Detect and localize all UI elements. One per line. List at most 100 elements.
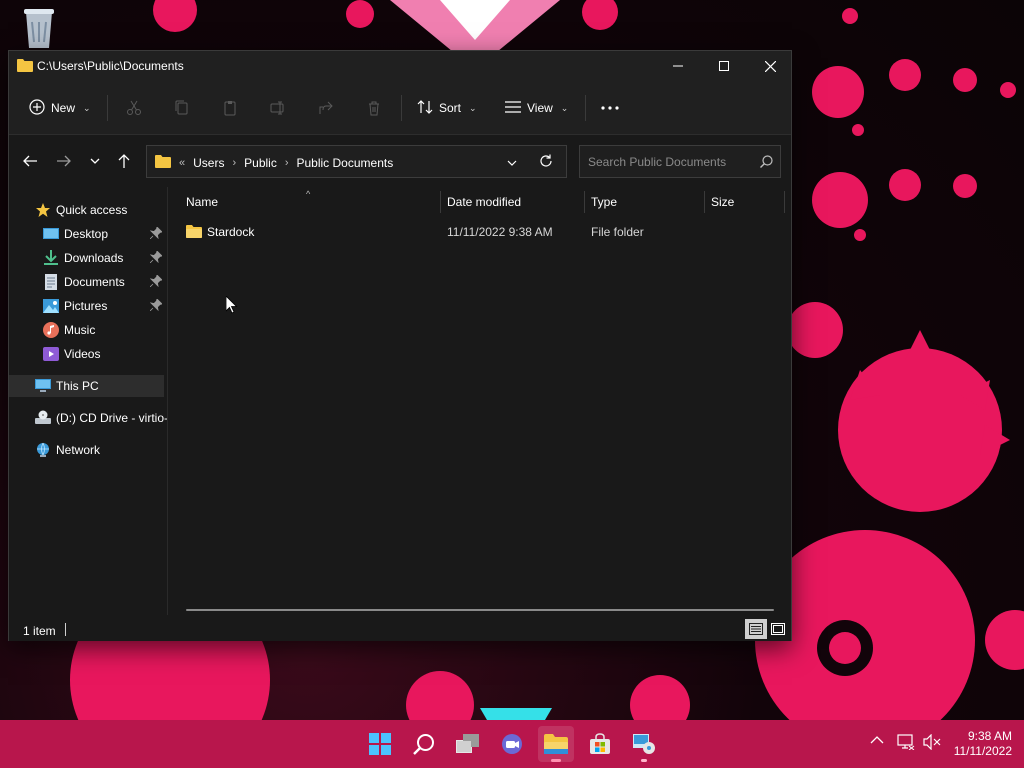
cut-icon[interactable]	[123, 97, 145, 119]
file-list: ^ Name Date modified Type Size Stardock …	[169, 187, 791, 615]
recycle-bin-icon[interactable]	[18, 4, 60, 50]
paste-icon[interactable]	[219, 97, 241, 119]
column-divider[interactable]	[440, 191, 441, 213]
breadcrumb-public[interactable]: Public	[244, 156, 277, 170]
running-indicator	[641, 759, 647, 762]
copy-icon[interactable]	[171, 97, 193, 119]
store-icon[interactable]	[582, 726, 618, 762]
sidebar-item-music[interactable]: Music	[9, 319, 164, 341]
mouse-cursor-icon	[225, 295, 238, 317]
sort-button[interactable]: Sort ⌄	[417, 95, 477, 121]
rename-icon[interactable]	[267, 97, 289, 119]
search-icon	[760, 155, 773, 171]
maximize-button[interactable]	[701, 51, 747, 81]
chevron-down-icon: ⌄	[83, 102, 91, 113]
file-explorer-window: C:\Users\Public\Documents New ⌄ Sort ⌄ V…	[8, 50, 792, 641]
start-icon[interactable]	[362, 726, 398, 762]
chevron-right-icon[interactable]: ›	[232, 157, 236, 169]
details-view-button[interactable]	[745, 619, 767, 639]
sidebar-item-downloads[interactable]: Downloads	[9, 247, 164, 269]
column-divider[interactable]	[584, 191, 585, 213]
sidebar-item-this-pc[interactable]: This PC	[9, 375, 164, 397]
pin-icon	[149, 298, 163, 314]
back-button[interactable]	[18, 149, 42, 173]
chevron-down-icon: ⌄	[560, 102, 569, 113]
cd-drive-icon	[35, 410, 51, 426]
clock[interactable]: 9:38 AM 11/11/2022	[946, 729, 1012, 759]
sidebar-item-desktop[interactable]: Desktop	[9, 223, 164, 245]
sidebar-item-videos[interactable]: Videos	[9, 343, 164, 365]
folder-icon	[17, 58, 33, 75]
sidebar-item-label: (D:) CD Drive - virtio-	[56, 411, 168, 425]
star-icon	[35, 202, 51, 218]
large-icons-view-button[interactable]	[767, 619, 789, 639]
breadcrumb-users[interactable]: Users	[193, 156, 224, 170]
column-divider[interactable]	[784, 191, 785, 213]
task-view-icon[interactable]	[450, 726, 486, 762]
breadcrumb-public-documents[interactable]: Public Documents	[297, 156, 394, 170]
new-button[interactable]: New ⌄	[29, 95, 91, 121]
refresh-icon[interactable]	[539, 154, 553, 171]
chevron-right-icon[interactable]: ›	[285, 157, 289, 169]
file-name: Stardock	[207, 225, 255, 239]
pictures-icon	[43, 298, 59, 314]
table-row[interactable]: Stardock 11/11/2022 9:38 AM File folder	[181, 221, 781, 243]
videos-icon	[43, 346, 59, 362]
view-button[interactable]: View ⌄	[505, 95, 568, 121]
clock-date: 11/11/2022	[953, 744, 1012, 758]
computer-icon	[35, 378, 51, 394]
volume-muted-icon[interactable]	[923, 733, 941, 753]
sidebar-item-documents[interactable]: Documents	[9, 271, 164, 293]
more-icon[interactable]	[599, 97, 621, 119]
sidebar-item-label: Pictures	[64, 299, 108, 313]
taskbar: 9:38 AM 11/11/2022	[0, 720, 1024, 768]
breadcrumb-overflow[interactable]: «	[179, 157, 185, 169]
show-hidden-icons-icon[interactable]	[870, 734, 884, 748]
command-bar: New ⌄ Sort ⌄ View ⌄	[9, 81, 791, 135]
sidebar-item-label: Documents	[64, 275, 125, 289]
sidebar-item-label: This PC	[56, 379, 99, 393]
file-explorer-icon[interactable]	[538, 726, 574, 762]
column-header-name[interactable]: Name	[186, 187, 218, 217]
address-history-dropdown-icon[interactable]	[507, 155, 517, 169]
app-installer-icon[interactable]	[626, 726, 662, 762]
file-type: File folder	[591, 225, 644, 239]
search-box[interactable]	[579, 145, 781, 178]
minimize-button[interactable]	[655, 51, 701, 81]
view-lines-icon	[505, 100, 521, 117]
recent-locations-button[interactable]	[83, 149, 107, 173]
network-status-icon[interactable]	[897, 734, 915, 753]
address-bar[interactable]: « Users › Public › Public Documents	[146, 145, 567, 178]
sort-label: Sort	[439, 101, 462, 115]
sidebar-item-network[interactable]: Network	[9, 439, 164, 461]
column-header-type[interactable]: Type	[591, 187, 617, 217]
search-input[interactable]	[580, 146, 755, 177]
plus-circle-icon	[29, 98, 45, 118]
chevron-down-icon: ⌄	[469, 102, 477, 113]
sidebar-item-label: Downloads	[64, 251, 124, 265]
sidebar-item-quick-access[interactable]: Quick access	[9, 199, 164, 221]
sidebar-item-pictures[interactable]: Pictures	[9, 295, 164, 317]
forward-button[interactable]	[52, 149, 76, 173]
title-bar[interactable]: C:\Users\Public\Documents	[9, 51, 791, 81]
up-button[interactable]	[112, 149, 136, 173]
column-header-date-modified[interactable]: Date modified	[447, 187, 521, 217]
share-icon[interactable]	[315, 97, 337, 119]
sidebar-item-label: Quick access	[56, 203, 128, 217]
sidebar-item-cd-drive[interactable]: (D:) CD Drive - virtio-	[9, 407, 168, 429]
sidebar-item-label: Videos	[64, 347, 101, 361]
status-divider	[65, 623, 66, 636]
pane-divider[interactable]	[167, 187, 168, 627]
chat-icon[interactable]	[494, 726, 530, 762]
horizontal-scrollbar[interactable]	[186, 609, 774, 611]
network-icon	[35, 442, 51, 458]
clock-time: 9:38 AM	[967, 729, 1012, 743]
delete-icon[interactable]	[363, 97, 385, 119]
sidebar-item-label: Network	[56, 443, 101, 457]
search-icon[interactable]	[406, 726, 442, 762]
downloads-icon	[43, 250, 59, 266]
sort-arrows-icon	[417, 99, 433, 118]
column-header-size[interactable]: Size	[711, 187, 734, 217]
column-divider[interactable]	[704, 191, 705, 213]
close-button[interactable]	[747, 51, 793, 81]
